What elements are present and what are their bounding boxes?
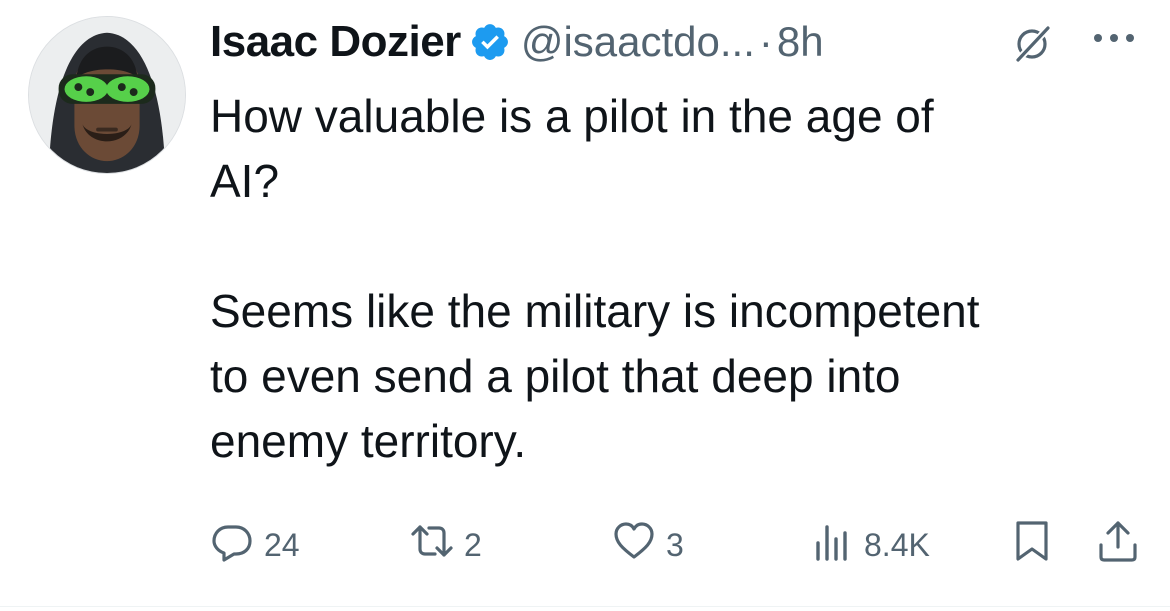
bookmark-icon: [1010, 519, 1054, 571]
verified-badge-icon: [469, 21, 511, 63]
separator-dot: ·: [758, 18, 773, 65]
tweet-actions: 24 2 3 8.4K: [0, 520, 1170, 570]
more-options-icon[interactable]: [1088, 20, 1140, 56]
display-name[interactable]: Isaac Dozier: [210, 17, 461, 67]
repost-icon: [410, 519, 454, 571]
like-count: 3: [666, 526, 684, 563]
reply-button[interactable]: 24: [210, 520, 300, 570]
views-button[interactable]: 8.4K: [810, 520, 930, 570]
views-icon: [810, 519, 854, 571]
tweet[interactable]: Isaac Dozier @isaactdo... · 8h How valua…: [0, 0, 1170, 611]
handle[interactable]: @isaactdo...: [521, 18, 755, 66]
heart-icon: [612, 519, 656, 571]
reply-icon: [210, 519, 254, 571]
views-count: 8.4K: [864, 526, 930, 563]
repost-count: 2: [464, 526, 482, 563]
grok-icon[interactable]: [1012, 22, 1054, 64]
repost-button[interactable]: 2: [410, 520, 482, 570]
bookmark-button[interactable]: [1010, 520, 1054, 570]
timestamp[interactable]: 8h: [777, 18, 824, 66]
share-button[interactable]: [1096, 520, 1140, 570]
tweet-text: How valuable is a pilot in the age of AI…: [210, 90, 980, 467]
avatar-image: [29, 17, 185, 173]
share-icon: [1096, 519, 1140, 571]
like-button[interactable]: 3: [612, 520, 684, 570]
reply-count: 24: [264, 526, 300, 563]
avatar[interactable]: [28, 16, 186, 174]
tweet-header: Isaac Dozier @isaactdo... · 8h: [210, 14, 824, 70]
divider: [0, 606, 1170, 607]
